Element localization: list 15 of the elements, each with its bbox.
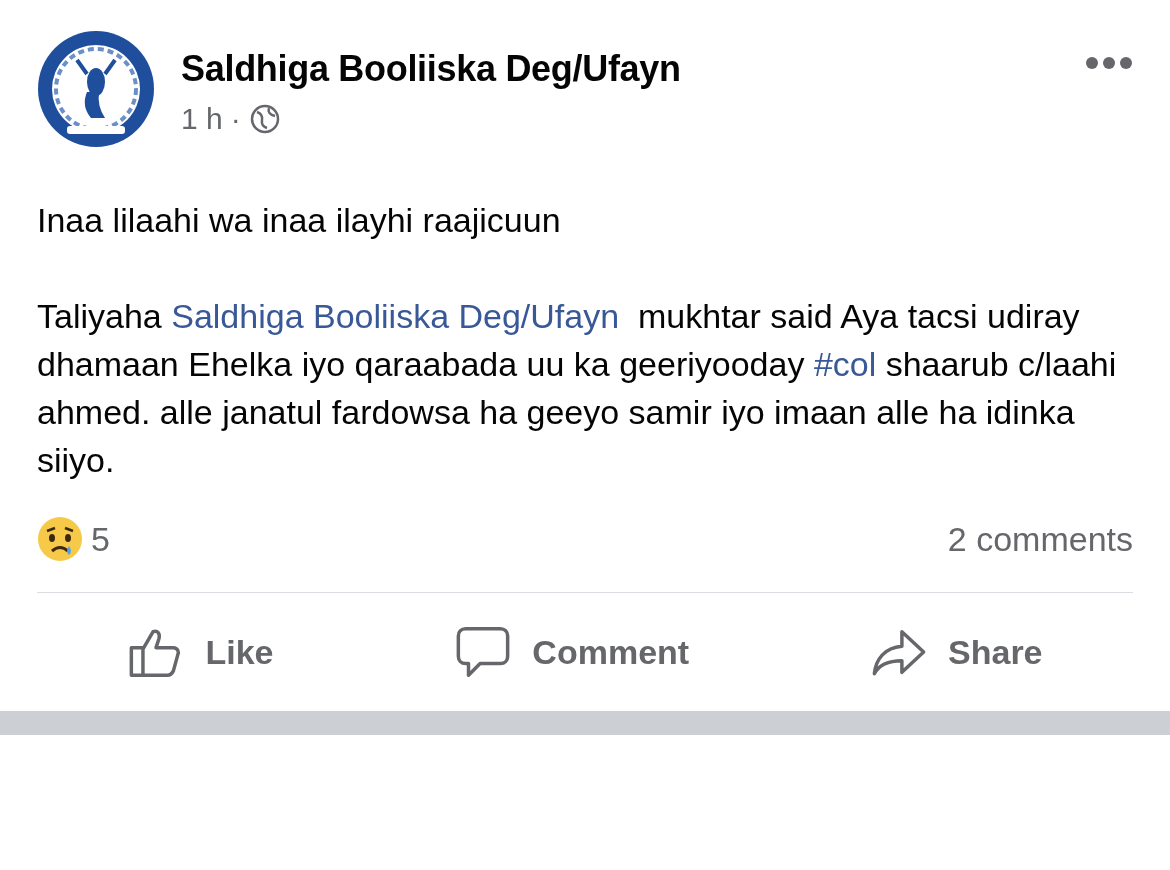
comment-button[interactable]: Comment	[444, 617, 700, 687]
share-button[interactable]: Share	[860, 617, 1053, 687]
post-time[interactable]: 1 h	[181, 102, 223, 136]
globe-icon	[248, 103, 281, 135]
comments-count[interactable]: 2 comments	[947, 519, 1133, 559]
author-name[interactable]: Saldhiga Booliiska Deg/Ufayn	[181, 48, 1059, 90]
post-text: Inaa lilaahi wa inaa ilayhi raajicuun	[37, 200, 562, 241]
more-options-icon[interactable]	[1085, 56, 1133, 70]
post-text: Taliyaha Saldhiga Booliiska Deg/Ufayn mukhtar said Aya tacsi udiray dhamaan Ehelka iyo qaraabada uu ka geeriyooday #col shaarub c/laahi ahmed. alle janatul fardowsa ha geeyo samir iyo imaan alle ha idinka siiyo.	[37, 296, 1118, 481]
hashtag-link[interactable]: #col	[813, 345, 877, 383]
reaction-count[interactable]: 5	[91, 519, 110, 559]
like-button[interactable]: Like	[117, 617, 284, 687]
sad-emoji-icon	[37, 516, 83, 562]
separator-dot: ·	[230, 102, 241, 136]
page-link[interactable]: Saldhiga Booliiska Deg/Ufayn	[171, 297, 620, 335]
